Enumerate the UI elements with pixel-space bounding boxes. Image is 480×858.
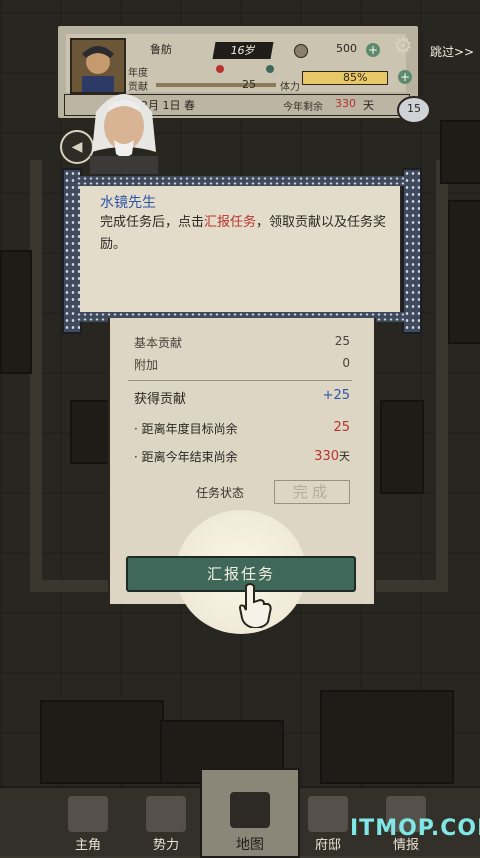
year-end-value: 330	[314, 449, 339, 464]
scroll-border-top	[76, 176, 404, 186]
year-goal-value: 25	[333, 420, 350, 435]
goal-marker-icon	[266, 65, 274, 73]
panel-row-gained: 获得贡献 +25	[134, 388, 350, 407]
remaining-label: 今年剩余	[283, 102, 323, 113]
power-value: 85%	[343, 71, 368, 84]
gear-icon[interactable]: ⚙	[390, 34, 416, 60]
flag-icon	[146, 796, 186, 832]
panel-row-year-goal: · 距离年度目标尚余 25	[134, 420, 350, 438]
year-marker-icon	[216, 65, 224, 73]
task-status-label: 任务状态	[196, 486, 245, 500]
hero-tab-icon	[68, 796, 108, 832]
year-label: 年度	[128, 68, 148, 79]
bonus-value: 0	[342, 356, 350, 370]
coin-icon	[294, 44, 308, 58]
base-contribution-value: 25	[334, 334, 350, 348]
panel-row-base: 基本贡献 25	[134, 334, 350, 352]
watermark: ITMOP.COM	[350, 816, 480, 841]
add-power-button[interactable]: +	[398, 70, 412, 84]
gained-label: 获得贡献	[134, 392, 187, 407]
base-contribution-label: 基本贡献	[134, 336, 183, 350]
panel-divider	[128, 380, 352, 381]
remaining-days: 330	[335, 97, 356, 110]
age-badge: 16岁	[212, 42, 274, 59]
dialog-text-highlight: 汇报任务	[204, 215, 257, 230]
contribution-value: 25	[242, 78, 256, 91]
contribution-bar	[156, 83, 276, 87]
bonus-label: 附加	[134, 358, 159, 372]
year-end-text: 距离今年结束尚余	[141, 450, 238, 464]
skip-button[interactable]: 跳过>>	[430, 43, 474, 60]
panel-row-year-end: · 距离今年结束尚余 330天	[134, 448, 350, 466]
pointing-hand-icon	[234, 582, 274, 630]
dialog-speaker: 水镜先生	[100, 195, 156, 211]
map-icon	[230, 792, 270, 828]
year-end-value-wrap: 330天	[314, 448, 350, 464]
hero-name: 鲁舫	[150, 43, 172, 56]
add-coins-button[interactable]: +	[366, 43, 380, 57]
power-bar: 85%	[302, 71, 388, 85]
year-goal-text: 距离年度目标尚余	[141, 422, 238, 436]
remaining-unit: 天	[363, 99, 374, 112]
scroll-rod-left	[62, 168, 82, 334]
task-status-stamp: 完成	[274, 480, 350, 504]
mansion-icon	[308, 796, 348, 832]
badge-number: 15	[407, 102, 421, 115]
panel-row-bonus: 附加 0	[134, 356, 350, 374]
cloud-badge[interactable]: 15	[394, 92, 434, 128]
dialog-text: 完成任务后，点击汇报任务，领取贡献以及任务奖励。	[100, 212, 390, 256]
year-end-unit: 天	[339, 450, 350, 463]
sage-icon	[90, 94, 158, 174]
dialog-text-before: 完成任务后，点击	[100, 215, 205, 230]
power-label: 体力	[280, 82, 300, 93]
coin-count: 500	[336, 42, 357, 55]
year-end-label: · 距离今年结束尚余	[134, 450, 238, 464]
sage-portrait	[82, 82, 166, 174]
gained-value: +25	[322, 388, 350, 403]
scroll-rod-right	[402, 168, 422, 334]
year-goal-label: · 距离年度目标尚余	[134, 422, 238, 436]
